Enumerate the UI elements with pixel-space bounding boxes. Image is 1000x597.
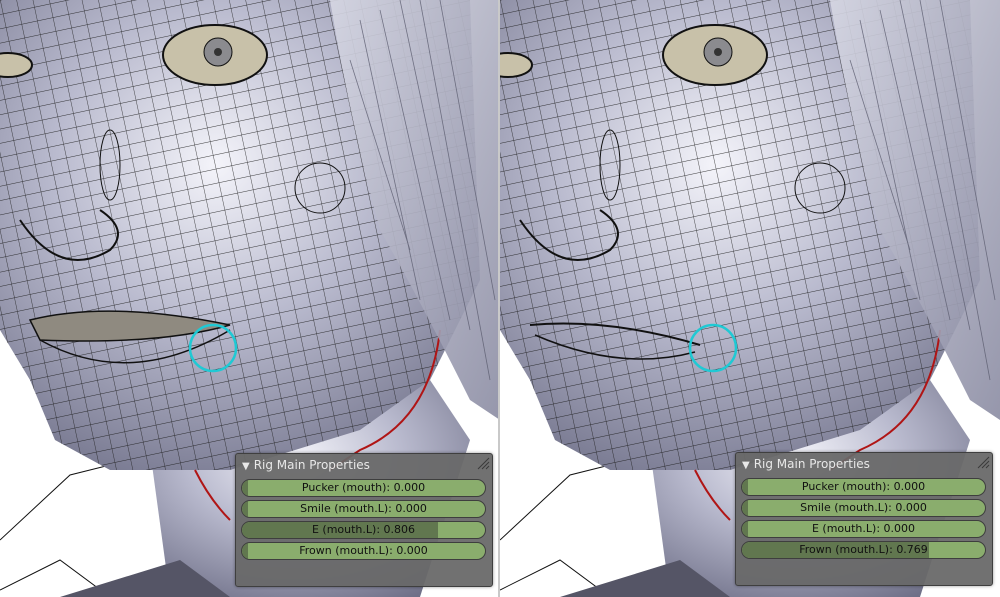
slider-frown[interactable]: Frown (mouth.L): 0.000 — [241, 542, 486, 560]
panel-title: Rig Main Properties — [253, 458, 370, 472]
slider-smile[interactable]: Smile (mouth.L): 0.000 — [241, 500, 486, 518]
collapse-triangle-icon[interactable]: ▼ — [242, 456, 250, 478]
viewport-left[interactable]: ▼ Rig Main Properties Pucker (mouth): 0.0… — [0, 0, 500, 597]
panel-title: Rig Main Properties — [753, 457, 870, 471]
collapse-triangle-icon[interactable]: ▼ — [742, 455, 750, 477]
resize-grip-icon[interactable] — [476, 456, 490, 470]
slider-value: 0.000 — [393, 481, 426, 494]
slider-label: Pucker (mouth) — [301, 481, 387, 494]
slider-frown[interactable]: Frown (mouth.L): 0.769 — [741, 541, 986, 559]
slider-label: Pucker (mouth) — [801, 480, 887, 493]
panel-header[interactable]: ▼ Rig Main Properties — [236, 454, 492, 476]
slider-e[interactable]: E (mouth.L): 0.806 — [241, 521, 486, 539]
slider-value: 0.000 — [895, 501, 927, 514]
rig-properties-panel: ▼ Rig Main Properties Pucker (mouth): 0.0… — [735, 452, 993, 586]
slider-value: 0.000 — [883, 522, 916, 535]
slider-label: E (mouth.L) — [811, 522, 877, 535]
slider-pucker[interactable]: Pucker (mouth): 0.000 — [241, 479, 486, 497]
resize-grip-icon[interactable] — [976, 455, 990, 469]
slider-smile[interactable]: Smile (mouth.L): 0.000 — [741, 499, 986, 517]
slider-value: 0.000 — [395, 502, 427, 515]
slider-label: Frown (mouth.L) — [299, 544, 390, 557]
slider-label: E (mouth.L) — [311, 523, 377, 536]
slider-e[interactable]: E (mouth.L): 0.000 — [741, 520, 986, 538]
slider-value: 0.806 — [383, 523, 416, 536]
slider-label: Smile (mouth.L) — [300, 502, 389, 515]
slider-value: 0.000 — [396, 544, 428, 557]
app-window: ▼ Rig Main Properties Pucker (mouth): 0.0… — [0, 0, 1000, 597]
slider-value: 0.000 — [893, 480, 926, 493]
slider-value: 0.769 — [896, 543, 928, 556]
viewport-right[interactable]: ▼ Rig Main Properties Pucker (mouth): 0.0… — [500, 0, 1000, 597]
slider-pucker[interactable]: Pucker (mouth): 0.000 — [741, 478, 986, 496]
panel-header[interactable]: ▼ Rig Main Properties — [736, 453, 992, 475]
slider-label: Frown (mouth.L) — [799, 543, 890, 556]
slider-label: Smile (mouth.L) — [800, 501, 889, 514]
rig-properties-panel: ▼ Rig Main Properties Pucker (mouth): 0.0… — [235, 453, 493, 587]
